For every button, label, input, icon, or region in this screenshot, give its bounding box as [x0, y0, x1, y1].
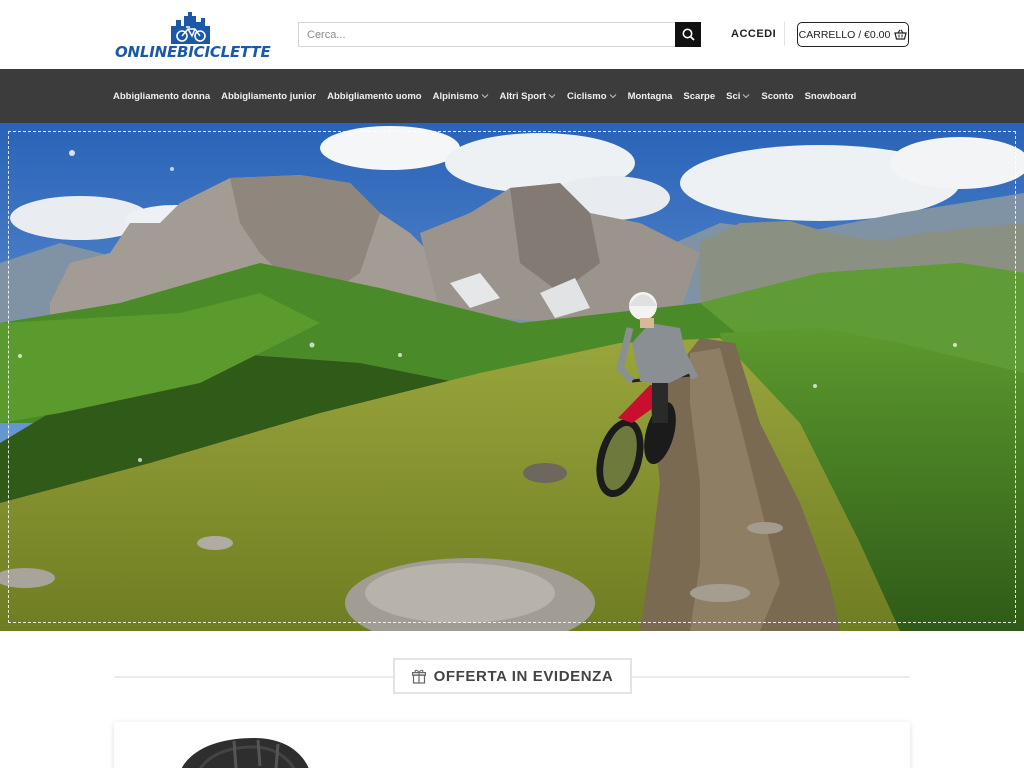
chevron-down-icon — [548, 94, 556, 99]
nav-item-sconto[interactable]: Sconto — [761, 91, 793, 102]
nav-item-snowboard[interactable]: Snowboard — [805, 91, 857, 102]
chevron-down-icon — [742, 94, 750, 99]
nav-item-label: Altri Sport — [499, 90, 546, 102]
login-link[interactable]: ACCEDI — [731, 28, 776, 40]
featured-product-card[interactable] — [114, 722, 910, 768]
nav-item-label: Ciclismo — [566, 90, 607, 102]
helmet-product-image — [181, 738, 309, 768]
nav-item-montagna[interactable]: Montagna — [628, 91, 673, 102]
nav-item-sci[interactable]: Sci — [726, 91, 750, 102]
nav-item-label: Abbigliamento junior — [221, 90, 317, 102]
city-bike-logo-icon — [171, 12, 210, 44]
nav-items: Abbigliamento donna Abbigliamento junior A… — [113, 69, 856, 123]
nav-item-abbigliamento-uomo[interactable]: Abbigliamento uomo — [327, 91, 421, 102]
logo-text: ONLINEBICICLETTE — [115, 43, 271, 61]
nav-item-label: Abbigliamento uomo — [327, 90, 422, 102]
search-input[interactable] — [298, 22, 675, 47]
nav-item-label: Montagna — [627, 90, 673, 102]
site-logo[interactable]: ONLINEBICICLETTE — [115, 10, 275, 64]
gift-icon — [411, 669, 426, 684]
nav-item-label: Scarpe — [683, 90, 716, 102]
featured-offer-title: OFFERTA IN EVIDENZA — [433, 667, 614, 685]
nav-item-scarpe[interactable]: Scarpe — [683, 91, 715, 102]
cart-button[interactable]: CARRELLO / €0.00 — [797, 22, 909, 47]
hero-banner[interactable] — [0, 123, 1024, 631]
nav-item-ciclismo[interactable]: Ciclismo — [567, 91, 617, 102]
search-form — [298, 22, 701, 47]
nav-item-alpinismo[interactable]: Alpinismo — [433, 91, 489, 102]
nav-item-label: Snowboard — [804, 90, 857, 102]
nav-item-label: Sci — [726, 90, 741, 102]
search-button[interactable] — [675, 22, 701, 47]
cart-label: CARRELLO / €0.00 — [798, 28, 891, 41]
section-divider-left — [114, 676, 393, 678]
main-nav: Abbigliamento donna Abbigliamento junior A… — [0, 69, 1024, 123]
nav-item-label: Alpinismo — [432, 90, 479, 102]
search-icon — [682, 28, 695, 41]
nav-item-label: Sconto — [761, 90, 794, 102]
basket-icon — [894, 29, 908, 40]
nav-item-altri-sport[interactable]: Altri Sport — [500, 91, 556, 102]
hero-image — [0, 123, 1024, 631]
chevron-down-icon — [481, 94, 488, 99]
nav-item-abbigliamento-donna[interactable]: Abbigliamento donna — [113, 91, 210, 102]
featured-offer-heading: OFFERTA IN EVIDENZA — [393, 658, 632, 694]
nav-item-abbigliamento-junior[interactable]: Abbigliamento junior — [221, 91, 316, 102]
chevron-down-icon — [609, 94, 616, 99]
section-divider-right — [632, 676, 910, 678]
site-header: ONLINEBICICLETTE ACCEDI CARRELLO / €0.00 — [0, 0, 1024, 69]
nav-item-label: Abbigliamento donna — [113, 90, 211, 102]
header-divider — [784, 22, 785, 46]
